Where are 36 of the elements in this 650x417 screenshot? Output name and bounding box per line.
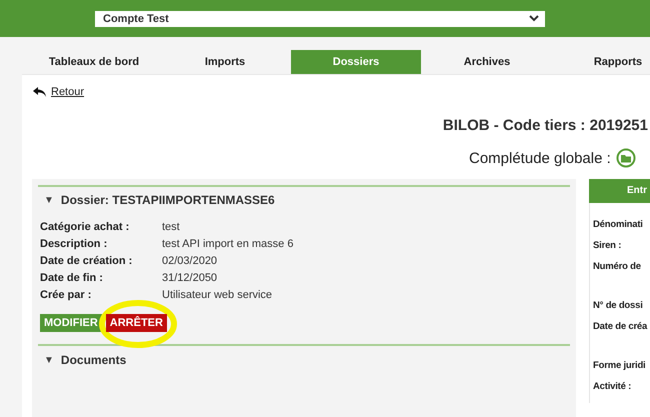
nav-tab[interactable]: Imports	[160, 50, 290, 74]
field-value: test API import en masse 6	[162, 238, 294, 250]
nav-tab[interactable]: Rapports	[553, 50, 650, 74]
stop-button[interactable]: ARRÊTER	[106, 314, 167, 332]
company-tab[interactable]: Entr	[589, 179, 650, 203]
field-label: Catégorie achat :	[40, 221, 130, 233]
collapse-triangle-icon[interactable]: ▼	[44, 194, 54, 206]
back-arrow-icon	[32, 86, 47, 98]
field-label: Date de fin :	[40, 272, 104, 284]
field-label: N° de dossi	[593, 300, 644, 311]
account-select[interactable]: Compte Test	[95, 10, 545, 26]
nav-tab[interactable]: Tableaux de bord	[29, 50, 159, 74]
chevron-down-icon	[529, 15, 539, 22]
section-title: Documents	[60, 353, 126, 367]
nav-tab[interactable]: Archives	[422, 50, 552, 74]
field-label: Activité :	[593, 381, 632, 392]
field-label: Siren :	[593, 240, 622, 251]
field-label: Numéro de	[593, 261, 642, 272]
back-link[interactable]: Retour	[51, 86, 84, 98]
field-label: Date de création :	[40, 255, 134, 267]
field-value: 31/12/2050	[162, 272, 218, 284]
collapse-triangle-icon[interactable]: ▼	[44, 354, 54, 366]
field-label: Description :	[40, 238, 108, 250]
folder-icon	[616, 148, 636, 168]
field-label: Date de créa	[593, 321, 648, 332]
edit-button[interactable]: MODIFIER	[40, 314, 102, 332]
section-title: Dossier: TESTAPIIMPORTENMASSE6	[60, 193, 275, 207]
field-label: Crée par :	[40, 289, 92, 301]
nav-tab[interactable]: Dossiers	[291, 50, 421, 74]
field-value: 02/03/2020	[162, 255, 218, 267]
page-title: BILOB - Code tiers : 2019251	[442, 117, 648, 134]
field-label: Dénominati	[593, 219, 644, 230]
field-value: Utilisateur web service	[162, 289, 274, 301]
field-value: test	[162, 221, 181, 233]
completeness-label: Complétude globale :	[469, 150, 611, 166]
field-label: Forme juridi	[593, 360, 646, 371]
